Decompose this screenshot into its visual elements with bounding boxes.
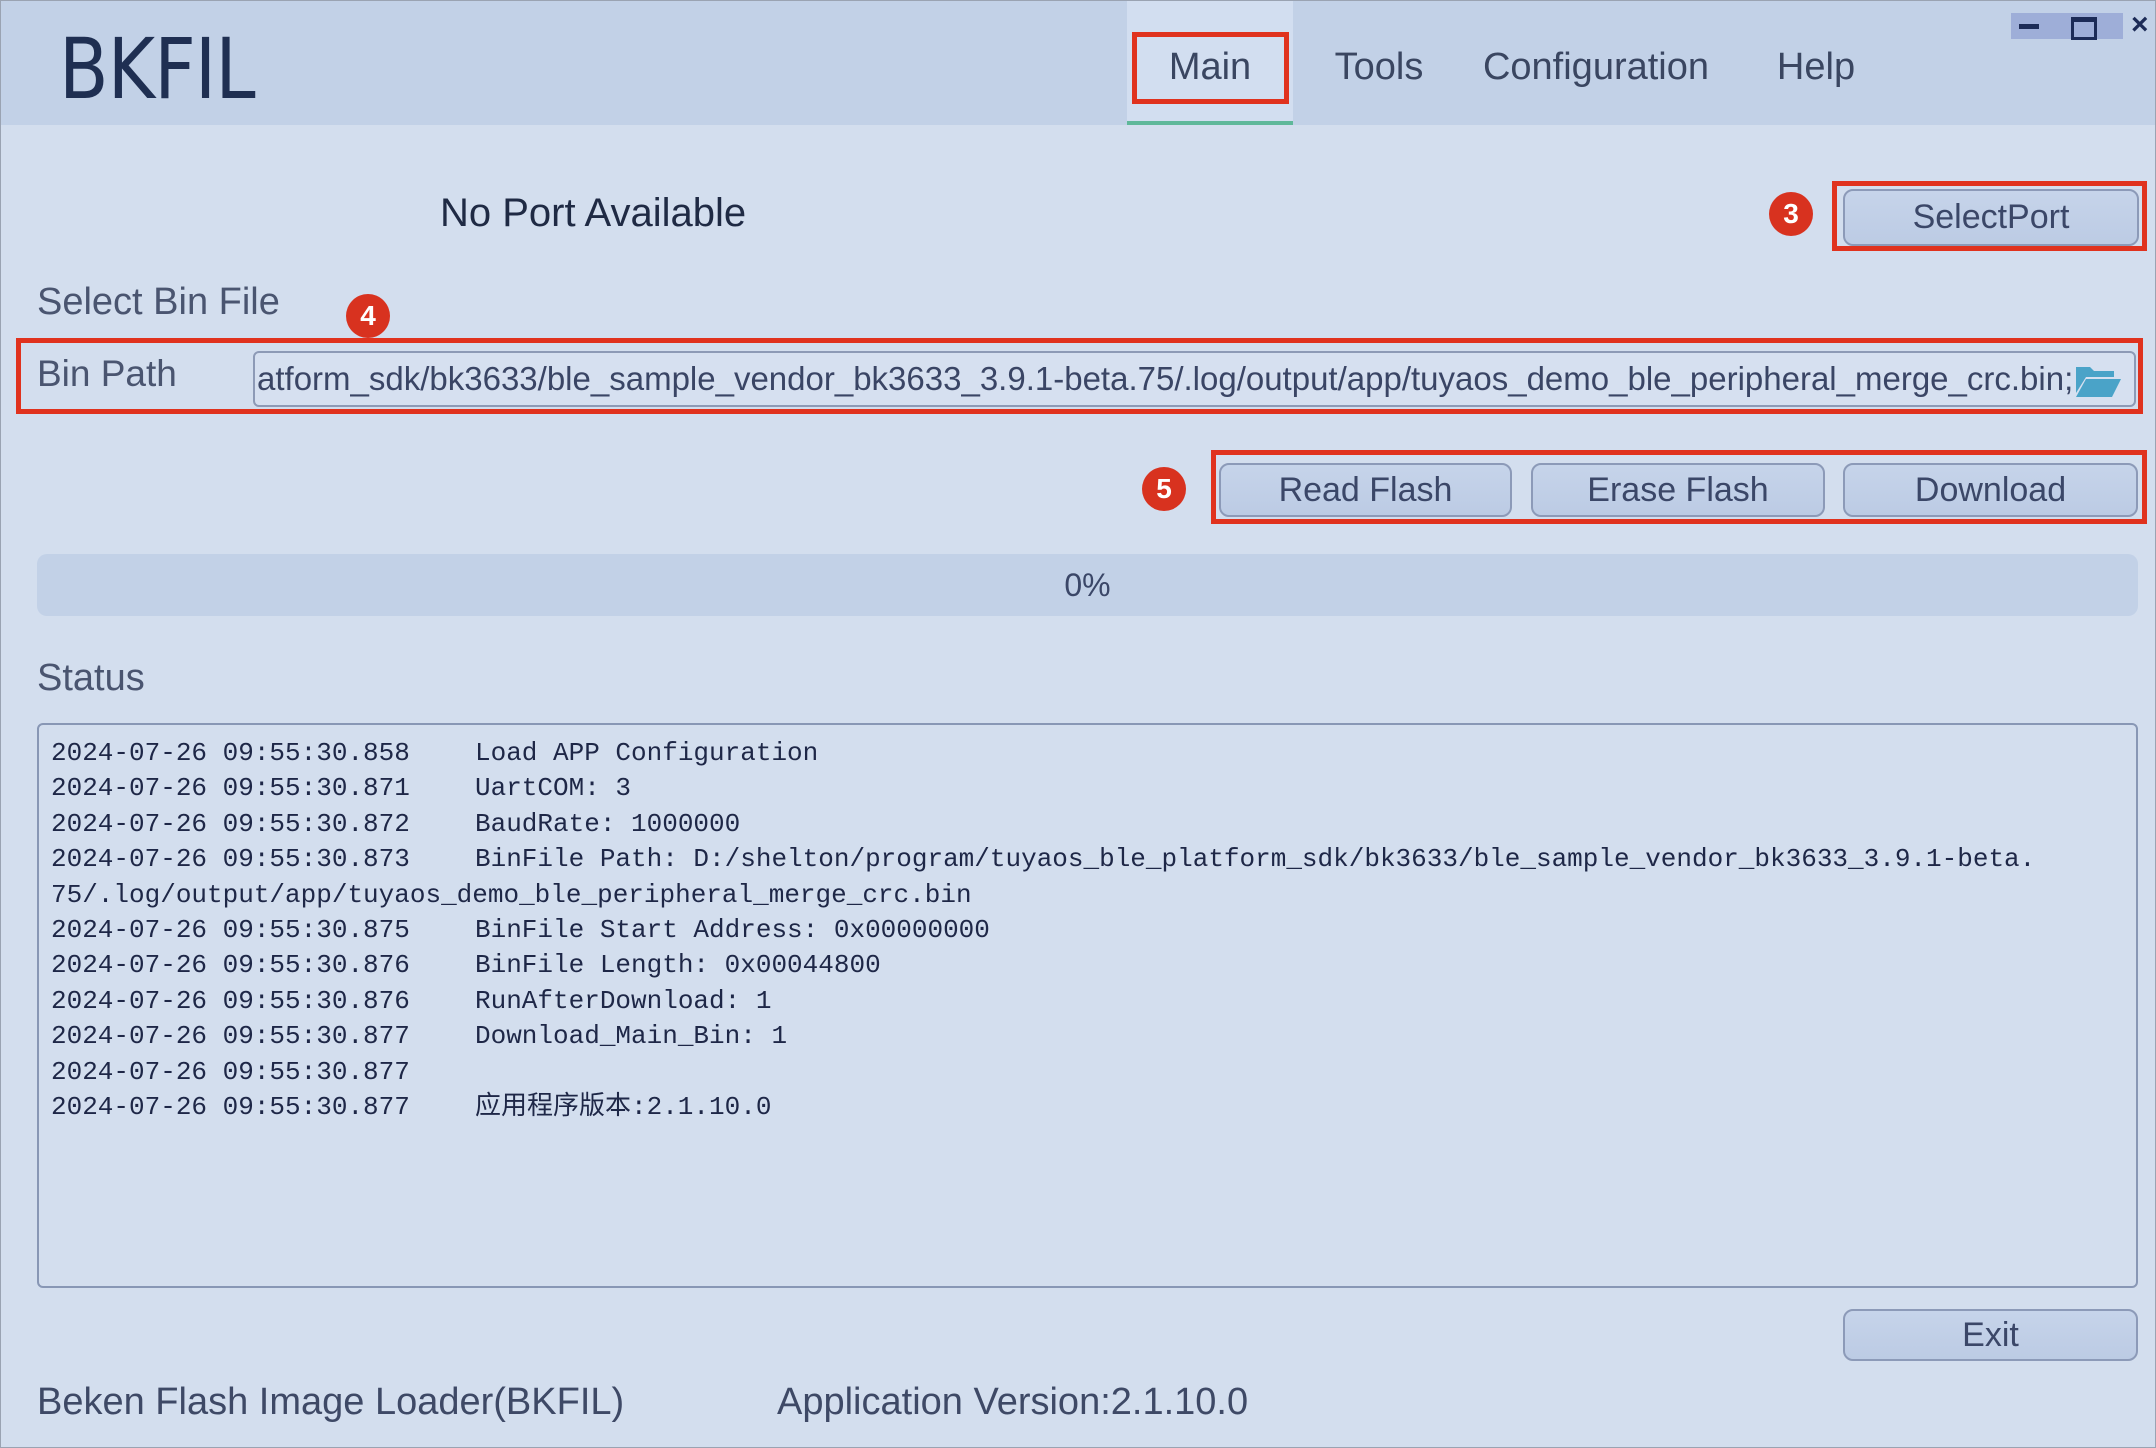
log-message: Download_Main_Bin: 1	[475, 1021, 788, 1052]
log-timestamp: 2024-07-26 09:55:30.876	[51, 985, 410, 1016]
log-timestamp: 2024-07-26 09:55:30.876	[51, 950, 410, 981]
app-title: BKFIL	[59, 20, 256, 118]
erase-flash-button[interactable]: Erase Flash	[1531, 463, 1825, 517]
log-line: 2024-07-26 09:55:30.875 BinFile Start Add…	[51, 913, 2124, 948]
log-line: 2024-07-26 09:55:30.858 Load APP Configur…	[51, 736, 2124, 771]
exit-button[interactable]: Exit	[1843, 1309, 2138, 1361]
log-line: 2024-07-26 09:55:30.876 RunAfterDownload:…	[51, 984, 2124, 1019]
app-window: BKFIL Main Tools Configuration Help × No…	[0, 0, 2156, 1448]
tab-main-label: Main	[1168, 46, 1252, 88]
log-message: BinFile Start Address: 0x00000000	[475, 914, 990, 945]
log-line: 2024-07-26 09:55:30.877 Download_Main_Bin…	[51, 1019, 2124, 1054]
minimize-icon[interactable]	[2019, 24, 2039, 29]
tab-active-indicator	[1127, 121, 1293, 125]
folder-open-icon[interactable]	[2074, 363, 2122, 399]
log-message: BinFile Path: D:/shelton/program/tuyaos_…	[475, 844, 2036, 875]
status-label: Status	[37, 657, 145, 699]
log-line: 2024-07-26 09:55:30.872 BaudRate: 1000000	[51, 807, 2124, 842]
log-message: UartCOM: 3	[475, 773, 632, 804]
annotation-badge-5: 5	[1142, 467, 1186, 511]
log-line: 75/.log/output/app/tuyaos_demo_ble_perip…	[51, 878, 2124, 913]
log-timestamp: 2024-07-26 09:55:30.871	[51, 773, 410, 804]
tab-tools-label: Tools	[1334, 46, 1424, 88]
log-message: RunAfterDownload: 1	[475, 985, 772, 1016]
log-line: 2024-07-26 09:55:30.873 BinFile Path: D:/…	[51, 842, 2124, 877]
log-message: Load APP Configuration	[475, 738, 819, 768]
log-timestamp: 2024-07-26 09:55:30.877	[51, 1021, 410, 1052]
log-timestamp: 2024-07-26 09:55:30.877	[51, 1056, 410, 1087]
log-timestamp: 2024-07-26 09:55:30.858	[51, 738, 410, 768]
port-status-text: No Port Available	[440, 191, 747, 235]
log-timestamp: 2024-07-26 09:55:30.877	[51, 1091, 410, 1122]
log-line: 2024-07-26 09:55:30.871 UartCOM: 3	[51, 771, 2124, 806]
log-timestamp: 2024-07-26 09:55:30.873	[51, 844, 410, 875]
tab-main[interactable]: Main	[1127, 1, 1293, 125]
tab-help-label: Help	[1776, 46, 1856, 88]
header-bar: BKFIL Main Tools Configuration Help ×	[1, 1, 2155, 125]
log-line: 2024-07-26 09:55:30.876 BinFile Length: 0…	[51, 948, 2124, 983]
footer-app-version: Application Version:2.1.10.0	[777, 1381, 1249, 1423]
select-bin-file-label: Select Bin File	[37, 281, 280, 323]
bin-path-label: Bin Path	[37, 353, 177, 394]
read-flash-button[interactable]: Read Flash	[1219, 463, 1512, 517]
download-button[interactable]: Download	[1843, 463, 2138, 517]
status-log[interactable]: 2024-07-26 09:55:30.858 Load APP Configur…	[37, 723, 2138, 1288]
log-message: BinFile Length: 0x00044800	[475, 950, 881, 981]
log-message: BaudRate: 1000000	[475, 808, 741, 839]
bin-path-input[interactable]: atform_sdk/bk3633/ble_sample_vendor_bk36…	[253, 351, 2136, 407]
log-message: 应用程序版本:2.1.10.0	[475, 1091, 772, 1122]
close-icon[interactable]: ×	[2131, 9, 2149, 41]
tab-configuration[interactable]: Configuration	[1471, 1, 1721, 125]
tab-configuration-label: Configuration	[1482, 46, 1710, 88]
select-port-button[interactable]: SelectPort	[1843, 189, 2139, 246]
log-timestamp: 2024-07-26 09:55:30.875	[51, 914, 410, 945]
bin-path-value: atform_sdk/bk3633/ble_sample_vendor_bk36…	[257, 360, 2074, 397]
annotation-badge-3: 3	[1769, 192, 1813, 236]
progress-percent-text: 0%	[1064, 567, 1111, 603]
tab-help[interactable]: Help	[1761, 1, 1871, 125]
footer-app-name: Beken Flash Image Loader(BKFIL)	[37, 1381, 625, 1423]
log-line: 2024-07-26 09:55:30.877	[51, 1055, 2124, 1090]
window-controls	[2011, 13, 2123, 40]
download-progress-bar: 0%	[37, 554, 2138, 616]
log-timestamp: 2024-07-26 09:55:30.872	[51, 808, 410, 839]
log-message: 75/.log/output/app/tuyaos_demo_ble_perip…	[51, 879, 972, 910]
annotation-badge-4: 4	[346, 294, 390, 338]
tab-tools[interactable]: Tools	[1319, 1, 1439, 125]
maximize-icon[interactable]	[2071, 17, 2097, 40]
log-line: 2024-07-26 09:55:30.877 应用程序版本:2.1.10.0	[51, 1090, 2124, 1125]
